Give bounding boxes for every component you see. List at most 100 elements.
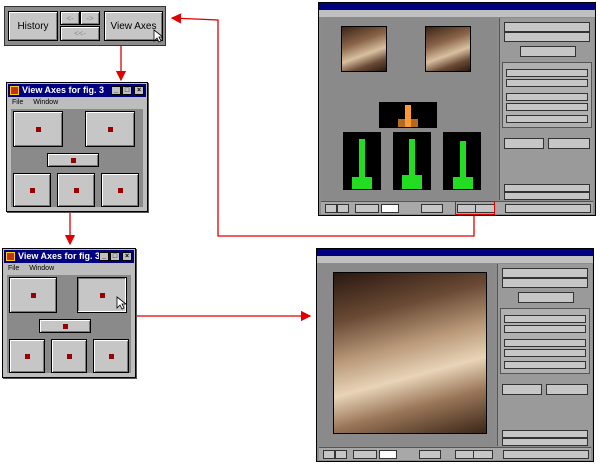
- window-icon: [10, 86, 19, 95]
- axes-marker: [36, 127, 41, 132]
- minimize-icon[interactable]: _: [111, 86, 121, 95]
- window-icon: [6, 252, 15, 261]
- back-button[interactable]: <-: [60, 11, 80, 25]
- axes-marker: [63, 324, 68, 329]
- axes-button-processed-selected[interactable]: [77, 277, 127, 313]
- axes-marker: [74, 188, 79, 193]
- control-row[interactable]: [506, 79, 588, 87]
- control-row[interactable]: [504, 339, 586, 347]
- view-axes-dialog-1: View Axes for fig. 3 _ □ × File Window: [6, 82, 148, 212]
- figure-area: [319, 264, 495, 446]
- control-row[interactable]: [504, 361, 586, 369]
- control-panel: [499, 18, 594, 200]
- histogram-luminance: [379, 102, 437, 128]
- forward-button[interactable]: ->: [80, 11, 100, 25]
- minimize-icon[interactable]: _: [99, 252, 109, 261]
- bottom-toolbar: [319, 447, 591, 460]
- processed-image-enlarged: [333, 272, 487, 434]
- axes-button-original[interactable]: [9, 277, 57, 313]
- control-panel: [497, 264, 592, 446]
- control-row[interactable]: [504, 325, 586, 333]
- toolbar-field[interactable]: [379, 450, 397, 459]
- control-row[interactable]: [506, 93, 588, 101]
- control-row[interactable]: [502, 268, 588, 278]
- control-row[interactable]: [502, 278, 588, 288]
- axes-marker: [118, 188, 123, 193]
- control-button[interactable]: [548, 138, 590, 149]
- axes-marker: [109, 354, 114, 359]
- toolbar-button[interactable]: [505, 204, 591, 213]
- histogram-base: [453, 177, 473, 189]
- dialog-2-titlebar[interactable]: View Axes for fig. 3 _ □ ×: [4, 250, 134, 263]
- app-screenshot-full: [318, 2, 596, 216]
- control-row[interactable]: [504, 32, 590, 42]
- control-row[interactable]: [506, 115, 588, 123]
- axes-button-processed[interactable]: [85, 111, 135, 147]
- maximize-icon[interactable]: □: [110, 252, 120, 261]
- control-row[interactable]: [504, 192, 590, 200]
- close-icon[interactable]: ×: [134, 86, 144, 95]
- control-group: [502, 62, 592, 128]
- menu-window[interactable]: Window: [29, 265, 54, 272]
- toolbar-button[interactable]: [325, 204, 337, 213]
- dialog-1-titlebar[interactable]: View Axes for fig. 3 _ □ ×: [8, 84, 146, 97]
- axes-button-channel-1[interactable]: [9, 339, 45, 373]
- axes-marker: [108, 127, 113, 132]
- menu-window[interactable]: Window: [33, 99, 58, 106]
- histogram-channel-3: [443, 132, 481, 190]
- control-row[interactable]: [504, 184, 590, 192]
- history-button[interactable]: [455, 450, 475, 459]
- control-group: [500, 308, 590, 374]
- control-button[interactable]: [546, 384, 588, 395]
- toolbar-button[interactable]: [353, 450, 377, 459]
- menu-file[interactable]: File: [12, 99, 23, 106]
- histogram-base: [352, 177, 372, 189]
- toolbar-button[interactable]: [355, 204, 379, 213]
- toolbar-button[interactable]: [335, 450, 347, 459]
- control-row[interactable]: [504, 315, 586, 323]
- axes-button-histogram[interactable]: [47, 153, 99, 167]
- axes-button-channel-2[interactable]: [57, 173, 95, 207]
- toolbar-button[interactable]: [421, 204, 443, 213]
- highlight-box: [455, 201, 495, 215]
- control-button[interactable]: [520, 46, 576, 57]
- app-screenshot-zoomed: [316, 248, 594, 462]
- axes-marker: [100, 293, 105, 298]
- menu-file[interactable]: File: [8, 265, 19, 272]
- control-button[interactable]: [518, 292, 574, 303]
- mouse-pointer-icon: [153, 29, 163, 43]
- view-axes-button[interactable]: [473, 450, 493, 459]
- toolbar-button[interactable]: [503, 450, 589, 459]
- histogram-channel-2: [393, 132, 431, 190]
- control-row[interactable]: [502, 430, 588, 438]
- axes-panel: [7, 275, 131, 373]
- toolbar-field[interactable]: [381, 204, 399, 213]
- maximize-icon[interactable]: □: [122, 86, 132, 95]
- histogram-base: [402, 175, 422, 189]
- history-button[interactable]: History: [8, 11, 58, 41]
- control-row[interactable]: [504, 349, 586, 357]
- control-row[interactable]: [506, 103, 588, 111]
- axes-button-channel-3[interactable]: [93, 339, 129, 373]
- axes-button-histogram[interactable]: [39, 319, 91, 333]
- axes-panel: [11, 109, 143, 207]
- first-button[interactable]: <<-: [60, 26, 100, 41]
- toolbar-button[interactable]: [323, 450, 335, 459]
- toolbar-button[interactable]: [337, 204, 349, 213]
- original-image: [341, 26, 387, 72]
- axes-button-channel-2[interactable]: [51, 339, 87, 373]
- close-icon[interactable]: ×: [122, 252, 132, 261]
- control-row[interactable]: [502, 438, 588, 446]
- control-row[interactable]: [506, 69, 588, 77]
- axes-button-channel-3[interactable]: [101, 173, 139, 207]
- dialog-1-menubar: File Window: [8, 98, 146, 108]
- control-button[interactable]: [502, 384, 542, 395]
- control-button[interactable]: [504, 138, 544, 149]
- axes-button-original[interactable]: [13, 111, 63, 147]
- processed-image: [425, 26, 471, 72]
- axes-button-channel-1[interactable]: [13, 173, 51, 207]
- control-row[interactable]: [504, 22, 590, 32]
- toolbar-button[interactable]: [419, 450, 441, 459]
- history-toolbar: History <- -> <<- View Axes: [4, 6, 166, 46]
- figure-area: [321, 18, 497, 200]
